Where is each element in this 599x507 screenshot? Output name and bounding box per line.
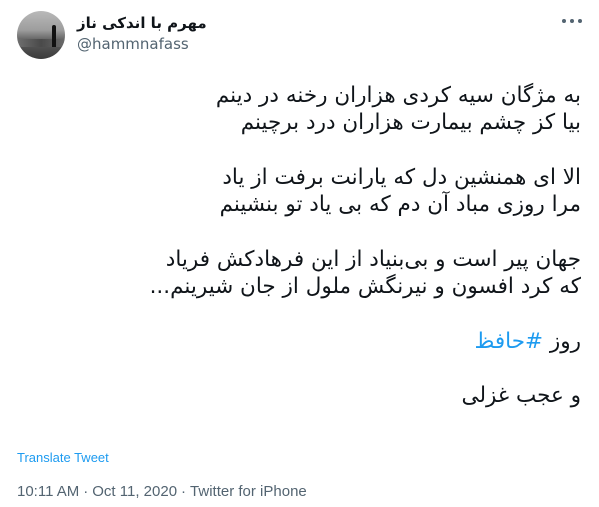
translate-tweet-link[interactable]: Translate Tweet [17, 450, 109, 465]
tweet-line: و عجب غزلی [461, 383, 581, 408]
tweet-meta: 10:11 AM · Oct 11, 2020 · Twitter for iPhone [17, 483, 307, 500]
tweet-line: بیا کز چشم بیمارت هزاران درد برچینم [240, 110, 581, 135]
avatar-sea [17, 39, 65, 47]
tweet-line: جهان پیر است و بی‌بنیاد از این فرهادکش ف… [165, 247, 581, 272]
hashtag-link[interactable]: #حافظ [474, 329, 543, 354]
avatar[interactable] [17, 11, 65, 59]
tweet-line: که کرد افسون و نیرنگش ملول از جان شیرینم… [149, 274, 581, 299]
tweet-source[interactable]: Twitter for iPhone [190, 483, 307, 500]
tweet-text: به مژگان سیه کردی هزاران رخنه در دینم بی… [21, 82, 581, 409]
tweet-line: الا ای همنشین دل که یارانت برفت از یاد [222, 165, 581, 190]
tweet-date[interactable]: Oct 11, 2020 [92, 483, 177, 500]
hashtag-prefix: روز [549, 329, 581, 354]
user-handle[interactable]: @hammnafass [77, 35, 189, 53]
hashtag-line: روز #حافظ [21, 328, 581, 355]
meta-separator: · [83, 483, 89, 500]
more-horizontal-icon[interactable] [562, 14, 582, 28]
tweet-line: مرا روزی مباد آن دم که بی یاد تو بنشینم [219, 192, 581, 217]
display-name[interactable]: مهرم با اندکی ناز [77, 14, 207, 32]
meta-separator: · [181, 483, 187, 500]
tweet-line: به مژگان سیه کردی هزاران رخنه در دینم [215, 83, 581, 108]
avatar-figure [52, 25, 56, 47]
tweet-time[interactable]: 10:11 AM [17, 483, 79, 500]
